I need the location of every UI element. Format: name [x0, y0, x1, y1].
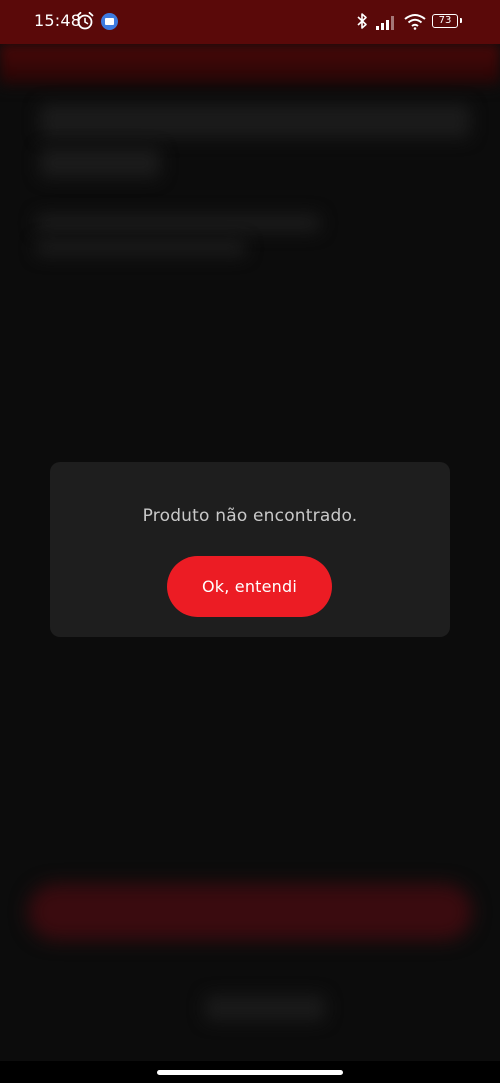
background-title-line-2	[40, 148, 160, 178]
dialog-message: Produto não encontrado.	[142, 506, 358, 526]
bluetooth-icon	[357, 13, 367, 29]
alarm-icon	[76, 11, 94, 30]
background-title-line-1	[40, 104, 470, 138]
status-bar: 15:48 73	[0, 0, 500, 44]
app-screen: 15:48 73 Produto não encontrado. Ok, ent…	[0, 0, 500, 1083]
wifi-icon	[404, 14, 426, 30]
background-primary-button	[28, 884, 472, 940]
alert-dialog: Produto não encontrado. Ok, entendi	[50, 462, 450, 637]
background-subtitle-line-2	[36, 240, 246, 256]
background-subtitle-line-1	[36, 214, 320, 232]
signal-icon	[376, 16, 394, 30]
home-indicator[interactable]	[157, 1070, 343, 1075]
battery-icon: 73	[432, 14, 462, 28]
app-notification-icon	[101, 13, 118, 30]
navigation-bar	[0, 1061, 500, 1083]
ok-button[interactable]: Ok, entendi	[167, 556, 332, 617]
status-time: 15:48	[34, 11, 82, 30]
background-header	[0, 44, 500, 88]
background-secondary-link	[205, 995, 325, 1021]
